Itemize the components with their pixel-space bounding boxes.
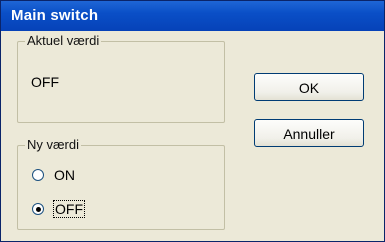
dialog-window: Main switch Aktuel værdi OFF Ny værdi ON… — [0, 0, 385, 242]
current-value-text: OFF — [31, 74, 59, 90]
cancel-button[interactable]: Annuller — [254, 119, 364, 147]
radio-option-off[interactable]: OFF — [32, 200, 85, 218]
window-title: Main switch — [11, 7, 99, 24]
radio-on-button[interactable] — [32, 169, 44, 181]
current-value-group: Aktuel værdi OFF — [17, 33, 225, 123]
ok-button[interactable]: OK — [254, 73, 364, 101]
radio-selected-dot — [35, 206, 41, 212]
new-value-legend: Ny værdi — [25, 137, 82, 153]
title-bar[interactable]: Main switch — [1, 1, 384, 31]
radio-off-label[interactable]: OFF — [53, 200, 85, 218]
current-value-legend: Aktuel værdi — [25, 33, 102, 49]
radio-off-button[interactable] — [32, 203, 44, 215]
new-value-group: Ny værdi ON OFF — [17, 137, 225, 230]
radio-option-on[interactable]: ON — [32, 167, 75, 183]
radio-on-label[interactable]: ON — [54, 167, 75, 183]
